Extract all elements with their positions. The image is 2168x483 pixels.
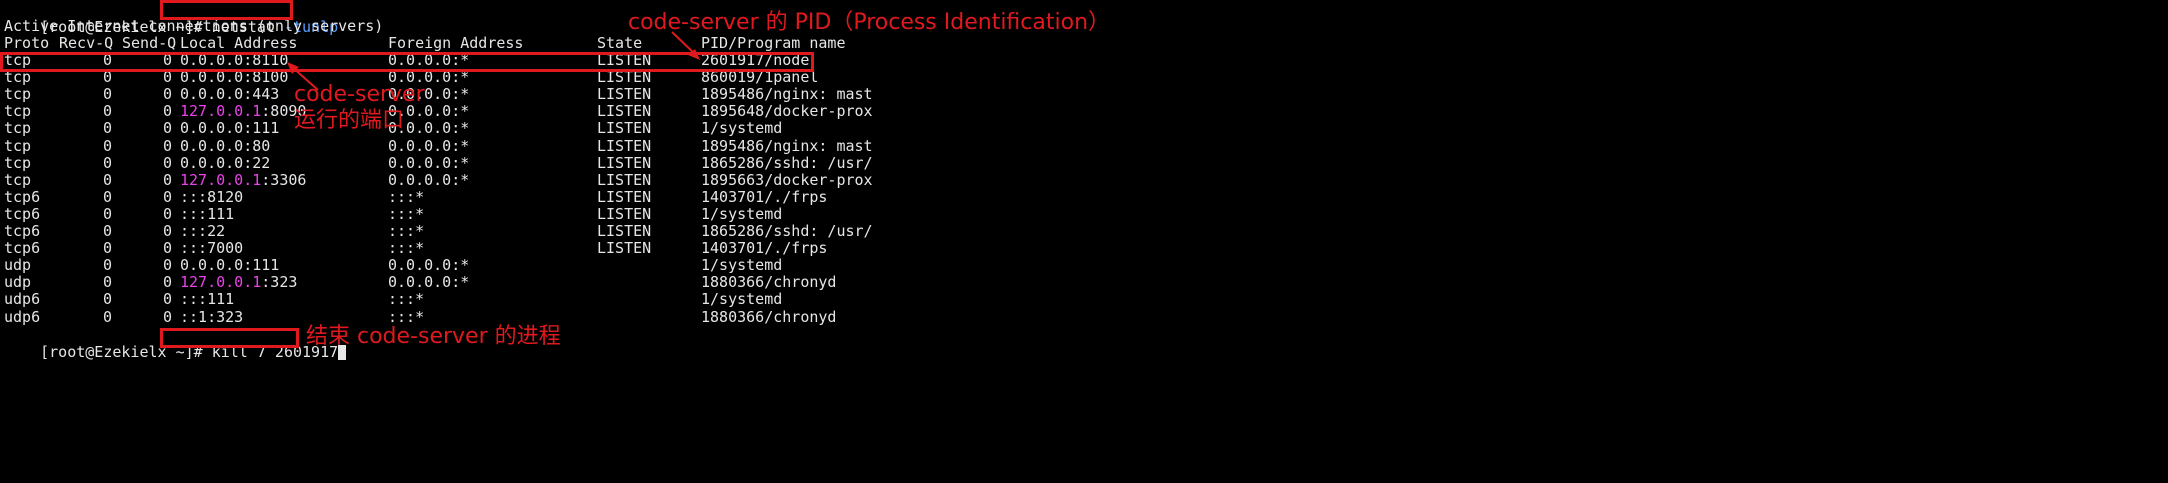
annotation-kill: 结束 code-server 的进程 — [306, 324, 561, 349]
annotation-arrows — [287, 31, 700, 91]
annotation-port-line2: 运行的端口 — [294, 108, 405, 133]
arrow-pid-head — [688, 49, 700, 60]
terminal-window[interactable]: [root@Ezekielx ~]# netstat -tunlp Active… — [0, 0, 2168, 483]
annotation-pid: code-server 的 PID（Process Identification… — [628, 10, 1111, 35]
